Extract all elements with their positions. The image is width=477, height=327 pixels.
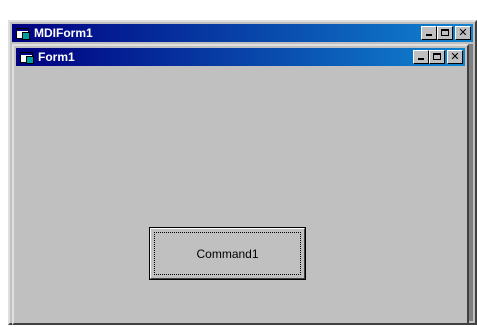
child-close-button[interactable]: ✕ (447, 50, 463, 64)
form-icon[interactable] (15, 26, 31, 40)
command1-label: Command1 (196, 246, 259, 261)
maximize-icon (441, 29, 449, 36)
mdi-caption-buttons: ✕ (421, 26, 471, 40)
command1-button[interactable]: Command1 (149, 227, 306, 280)
mdi-minimize-button[interactable] (421, 26, 437, 40)
child-caption-buttons: ✕ (413, 50, 463, 64)
close-icon: ✕ (458, 26, 468, 39)
minimize-icon (426, 34, 432, 36)
child-title: Form1 (38, 50, 75, 64)
child-minimize-button[interactable] (413, 50, 429, 64)
child-window: Form1 ✕ Command1 (12, 44, 469, 325)
form-client-area: Command1 (16, 68, 465, 321)
focus-rectangle: Command1 (154, 232, 301, 275)
child-maximize-button[interactable] (429, 50, 445, 64)
mdi-title: MDIForm1 (34, 26, 93, 40)
mdi-window: MDIForm1 ✕ Form1 ✕ Command1 (8, 20, 477, 325)
mdi-close-button[interactable]: ✕ (455, 26, 471, 40)
maximize-icon (433, 53, 441, 60)
mdi-client-area: Form1 ✕ Command1 (12, 44, 473, 325)
close-icon: ✕ (450, 50, 460, 63)
mdi-title-bar[interactable]: MDIForm1 ✕ (12, 24, 473, 42)
minimize-icon (418, 58, 424, 60)
form-icon[interactable] (19, 50, 35, 64)
mdi-maximize-button[interactable] (437, 26, 453, 40)
child-title-bar[interactable]: Form1 ✕ (16, 48, 465, 66)
